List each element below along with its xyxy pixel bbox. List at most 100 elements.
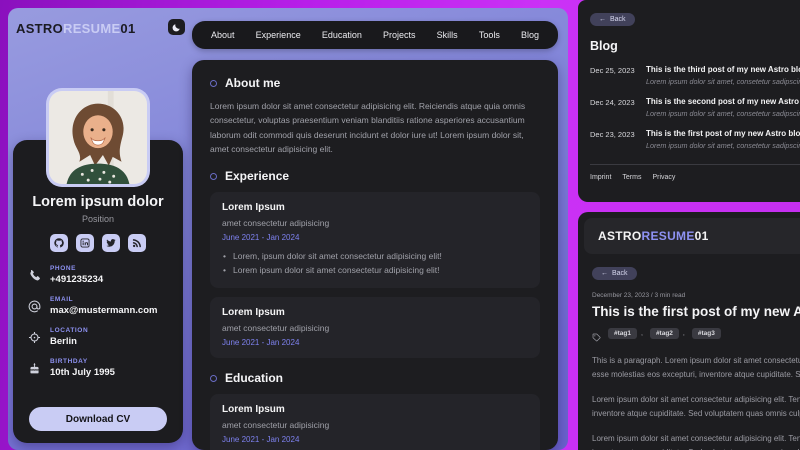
tag-pill[interactable]: #tag1 [608,328,637,339]
nav-item-projects[interactable]: Projects [383,30,416,40]
brand-number: 01 [694,229,709,243]
blog-post-row[interactable]: Dec 25, 2023 This is the third post of m… [590,65,800,86]
blog-post-row[interactable]: Dec 23, 2023 This is the first post of m… [590,129,800,150]
back-button[interactable]: Back [592,267,637,280]
experience-card: Lorem Ipsum amet consectetur adipisicing… [210,297,540,359]
linkedin-link[interactable] [76,234,94,252]
education-period: June 2021 - Jan 2024 [222,435,300,445]
post-excerpt: Lorem ipsum dolor sit amet, consetetur s… [646,109,800,118]
screenshot-canvas: ASTRORESUME01 About Experience Education… [0,0,800,450]
post-paragraph: Lorem ipsum dolor sit amet consectetur a… [592,394,800,419]
rss-link[interactable] [128,234,146,252]
contact-info: PHONE +491235234 EMAIL max@mustermann.co… [28,265,168,378]
phone-icon [28,269,41,282]
post-excerpt: Lorem ipsum dolor sit amet, consetetur s… [646,77,800,86]
education-subtitle: amet consectetur adipisicing [222,420,330,431]
ring-icon [210,374,217,382]
brand-resume: RESUME [63,21,121,36]
github-icon [54,238,64,248]
resume-content: About me Lorem ipsum dolor sit amet cons… [192,60,558,450]
post-page-title: This is the first post of my new Astro b… [592,304,800,319]
section-title: Experience [225,169,290,184]
footer-divider [590,164,800,165]
contact-value-birthday: 10th July 1995 [50,367,115,378]
birthday-icon [28,362,41,375]
github-link[interactable] [50,234,68,252]
ring-icon [210,172,217,180]
contact-label: EMAIL [50,296,74,303]
section-title: About me [225,76,281,90]
blog-list-panel: Back Blog Dec 25, 2023 This is the third… [578,0,800,202]
brand-astro: ASTRO [598,229,642,243]
brand-logo[interactable]: ASTRORESUME01 [16,21,135,36]
experience-bullet: Lorem, ipsum dolor sit amet consectetur … [222,249,528,263]
social-links [13,234,183,252]
contact-row-location: LOCATION Berlin [28,327,168,347]
post-title[interactable]: This is the first post of my new Astro b… [646,129,800,138]
footer-link-terms[interactable]: Terms [622,174,641,181]
post-body: This is a paragraph. Lorem ipsum dolor s… [592,354,800,450]
experience-bullet: Lorem ipsum dolor sit amet consectetur a… [222,263,528,277]
post-paragraph: This is a paragraph. Lorem ipsum dolor s… [592,356,800,380]
contact-label: LOCATION [50,327,89,334]
section-heading-experience: Experience [210,169,540,183]
download-cv-button[interactable]: Download CV [29,407,167,431]
back-arrow-icon [601,270,608,277]
experience-bullets: Lorem, ipsum dolor sit amet consectetur … [222,249,528,277]
experience-subtitle: amet consectetur adipisicing [222,323,330,334]
nav-item-about[interactable]: About [211,30,235,40]
experience-period: June 2021 - Jan 2024 [222,338,300,348]
blog-post-row[interactable]: Dec 24, 2023 This is the second post of … [590,97,800,118]
contact-row-birthday: BIRTHDAY 10th July 1995 [28,358,168,378]
nav-item-tools[interactable]: Tools [479,30,500,40]
back-button[interactable]: Back [590,13,635,26]
tag-item: #tag2 [649,328,685,339]
post-date: Dec 23, 2023 [590,130,635,139]
nav-item-education[interactable]: Education [322,30,362,40]
ring-icon [210,79,217,87]
brand-resume: RESUME [641,229,695,243]
brand-number: 01 [120,21,136,36]
blog-post-header: ASTRORESUME01 [584,218,800,254]
tag-pill[interactable]: #tag2 [649,328,679,339]
post-date: Dec 25, 2023 [590,66,635,75]
tag-item: #tag3 [691,328,721,339]
brand-astro: ASTRO [16,21,63,36]
contact-row-email: EMAIL max@mustermann.com [28,296,168,316]
linkedin-icon [80,238,90,248]
education-title: Lorem Ipsum [222,404,285,416]
post-title[interactable]: This is the second post of my new Astro … [646,97,800,106]
post-tags: #tag1 #tag2 #tag3 [592,328,800,342]
back-label: Back [610,16,626,23]
education-card: Lorem Ipsum amet consectetur adipisicing… [210,394,540,450]
nav-item-experience[interactable]: Experience [256,30,301,40]
moon-icon [172,23,180,31]
back-label: Back [612,270,628,277]
tag-pill[interactable]: #tag3 [691,328,721,339]
post-date: Dec 24, 2023 [590,98,635,107]
section-title: Education [225,371,284,386]
contact-value-email: max@mustermann.com [50,305,158,316]
tag-item: #tag1 [608,328,643,339]
post-excerpt: Lorem ipsum dolor sit amet, consetetur s… [646,141,800,150]
experience-card: Lorem Ipsum amet consectetur adipisicing… [210,192,540,289]
experience-title: Lorem Ipsum [222,202,285,214]
twitter-link[interactable] [102,234,120,252]
footer-links: Imprint Terms Privacy [590,174,800,181]
main-nav: About Experience Education Projects Skil… [192,21,558,49]
brand-logo[interactable]: ASTRORESUME01 [598,229,709,243]
theme-toggle-button[interactable] [168,19,185,35]
rss-icon [132,239,141,248]
post-title[interactable]: This is the third post of my new Astro b… [646,65,800,74]
contact-row-phone: PHONE +491235234 [28,265,168,285]
resume-page: ASTRORESUME01 About Experience Education… [8,8,568,450]
contact-value-phone: +491235234 [50,274,104,285]
footer-link-privacy[interactable]: Privacy [652,174,675,181]
profile-photo [46,88,150,187]
nav-item-blog[interactable]: Blog [521,30,539,40]
footer-link-imprint[interactable]: Imprint [590,174,611,181]
contact-label: BIRTHDAY [50,358,88,365]
profile-position: Position [81,214,115,224]
nav-item-skills[interactable]: Skills [437,30,458,40]
post-meta: December 23, 2023 / 3 min read [592,292,686,299]
